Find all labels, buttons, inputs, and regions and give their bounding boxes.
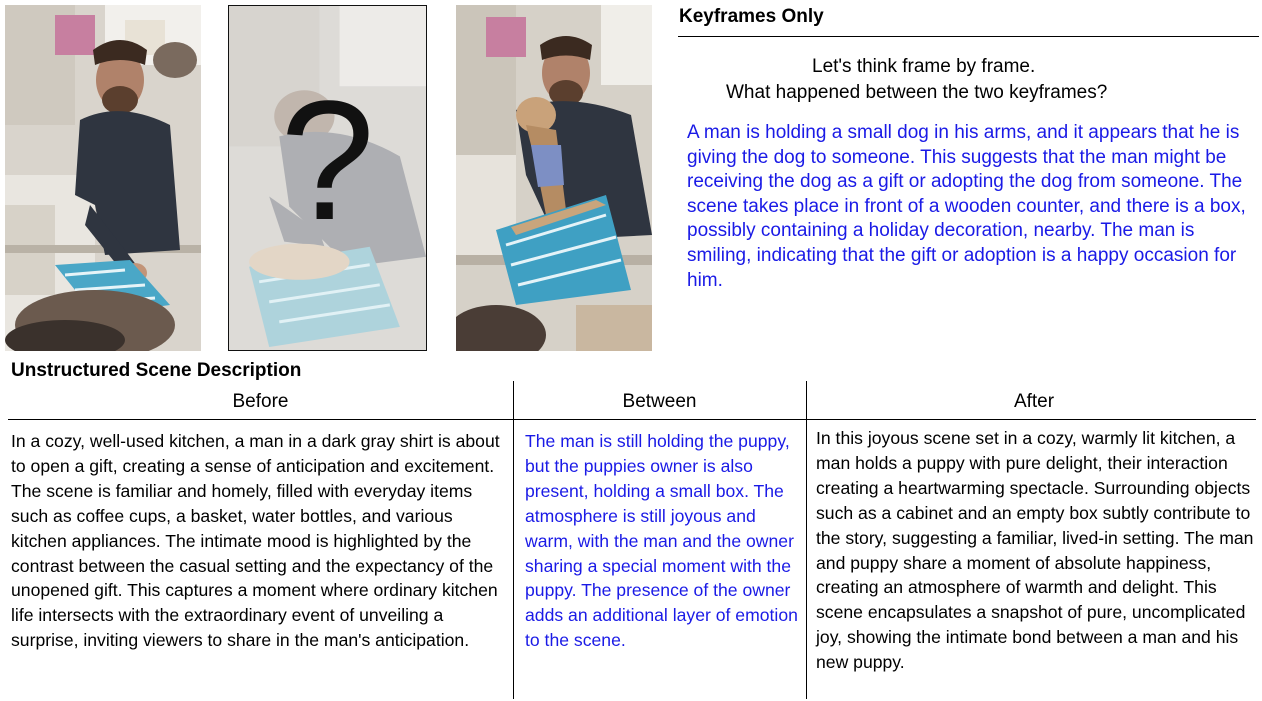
after-description: In this joyous scene set in a cozy, warm… <box>816 428 1254 673</box>
column-divider <box>513 381 514 699</box>
keyframes-rule <box>678 36 1259 37</box>
before-description: In a cozy, well-used kitchen, a man in a… <box>11 431 500 651</box>
keyframe-first-image <box>5 5 201 351</box>
column-header-after: After <box>1013 391 1055 412</box>
column-header-between: Between <box>622 391 697 412</box>
prompt-line-2: What happened between the two keyframes? <box>726 82 1108 103</box>
column-header-before: Before <box>232 391 289 412</box>
between-description: The man is still holding the puppy, but … <box>525 431 798 651</box>
table-header-rule <box>8 419 1256 420</box>
scene-section-title: Unstructured Scene Description <box>11 360 302 381</box>
keyframes-section-title: Keyframes Only <box>679 6 824 27</box>
prompt-line-1: Let's think frame by frame. <box>812 56 1036 77</box>
kitchen-scene-after <box>456 5 652 351</box>
keyframe-last-image <box>456 5 652 351</box>
keyframe-unknown-image: ? <box>228 5 427 351</box>
keyframes-answer-text: A man is holding a small dog in his arms… <box>687 122 1246 291</box>
kitchen-scene-before <box>5 5 201 351</box>
question-mark-icon: ? <box>280 66 375 256</box>
